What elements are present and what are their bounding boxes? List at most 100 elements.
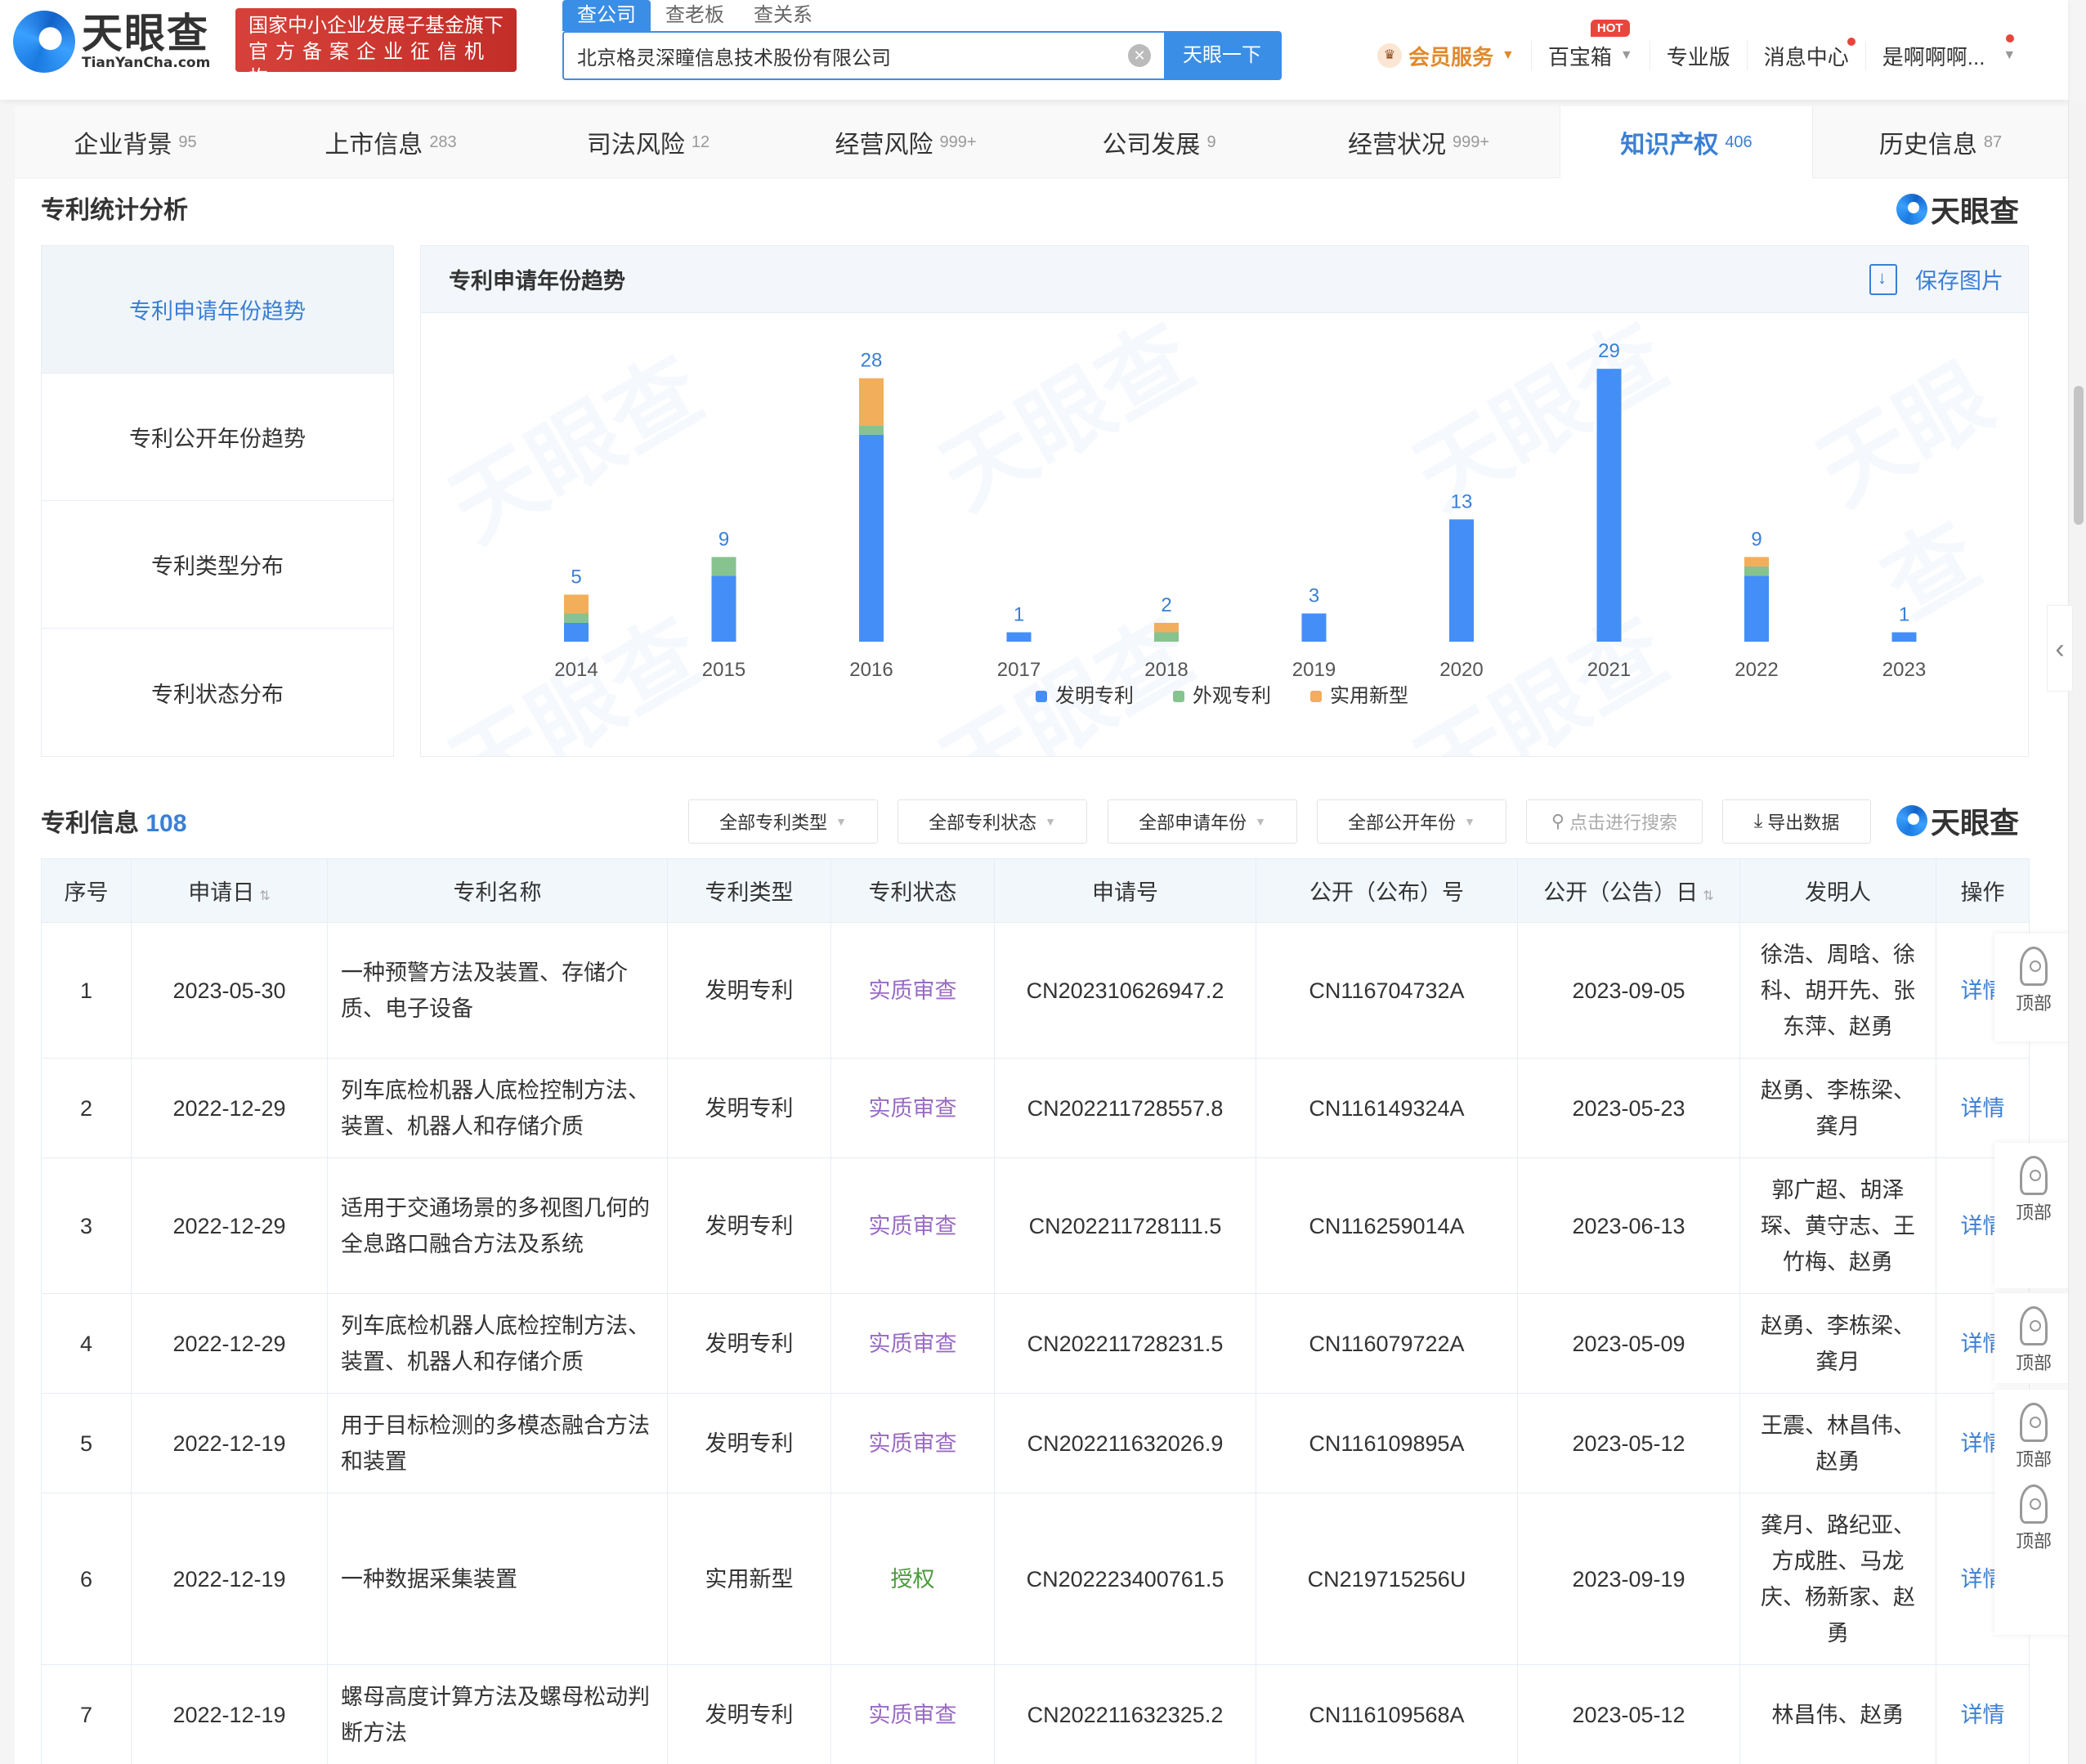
back-to-top-label: 顶部 [2015, 1449, 2052, 1470]
filter-patent-type[interactable]: 全部专利类型 ▼ [688, 799, 878, 844]
bar-segment-2020 [1449, 519, 1474, 642]
tab-enterprise-background[interactable]: 企业背景 95 [15, 106, 256, 178]
nav-message-center[interactable]: 消息中心 [1748, 38, 1866, 70]
patent-search-input[interactable]: ⚲ 点击进行搜索 [1526, 799, 1703, 844]
legend-label: 外观专利 [1193, 685, 1271, 707]
tab-label: 上市信息 [325, 132, 423, 159]
search-input[interactable] [564, 33, 1128, 78]
chart-title: 专利申请年份趋势 [449, 269, 625, 293]
tab-judicial-risk[interactable]: 司法风险 12 [526, 106, 771, 178]
caret-down-icon: ▼ [1255, 815, 1266, 828]
cell-patent-status: 授权 [830, 1493, 995, 1665]
search-button[interactable]: 天眼一下 [1164, 33, 1280, 78]
cell-publish-date: 2023-05-12 [1517, 1664, 1740, 1764]
cell-patent-status: 实质审查 [830, 1664, 995, 1764]
patent-stats-title: 专利统计分析 [41, 197, 188, 224]
cell-publish-date: 2023-05-12 [1517, 1393, 1740, 1493]
cell-inventors: 徐浩、周晗、徐科、胡开先、张东萍、赵勇 [1739, 922, 1936, 1059]
cell-apply-number: CN202211728111.5 [994, 1157, 1256, 1294]
cell-inventors: 郭广超、胡泽琛、黄守志、王竹梅、赵勇 [1739, 1157, 1936, 1294]
back-to-top-button[interactable]: 顶部 [1994, 1293, 2073, 1383]
search-tab-relation[interactable]: 查关系 [739, 0, 827, 31]
tab-history-info[interactable]: 历史信息 87 [1813, 106, 2068, 178]
tab-listing-info[interactable]: 上市信息 283 [256, 106, 526, 178]
export-data-button[interactable]: ⤓ 导出数据 [1722, 799, 1871, 844]
bar-segment-2018 [1154, 622, 1179, 633]
cell-publish-date: 2023-05-09 [1517, 1293, 1740, 1394]
back-to-top-button[interactable]: 顶部 顶部 [1994, 1390, 2073, 1635]
brand-text: 天眼查 [1931, 806, 2020, 839]
bar-segment-2022 [1744, 566, 1769, 576]
search-tab-boss[interactable]: 查老板 [651, 0, 739, 31]
col-patent-name: 专利名称 [327, 858, 668, 923]
tab-count: 999+ [939, 132, 977, 151]
cell-publish-number: CN116149324A [1256, 1058, 1518, 1158]
logo-english: TianYanCha.com [82, 55, 211, 71]
patent-table: 序号 申请日 ⇅ 专利名称 专利类型 专利状态 申请号 公开（公布）号 公开（公告… [41, 858, 2030, 1764]
clear-search-icon[interactable]: ✕ [1128, 44, 1151, 67]
cell-patent-type: 发明专利 [667, 1157, 831, 1294]
tab-company-development[interactable]: 公司发展 9 [1041, 106, 1278, 178]
caret-down-icon: ▼ [1502, 48, 1515, 62]
col-patent-type: 专利类型 [667, 858, 831, 923]
tab-operating-status[interactable]: 经营状况 999+ [1278, 106, 1560, 178]
stat-menu-status-distribution[interactable]: 专利状态分布 [42, 629, 393, 756]
top-header: 天眼查 TianYanCha.com 国家中小企业发展子基金旗下 官方备案企业征… [0, 0, 2068, 100]
search-placeholder: 点击进行搜索 [1569, 813, 1678, 833]
cell-patent-name: 一种数据采集装置 [327, 1493, 668, 1665]
filter-patent-status[interactable]: 全部专利状态 ▼ [898, 799, 1087, 844]
cell-publish-number: CN116704732A [1256, 922, 1518, 1059]
badge-line-1: 国家中小企业发展子基金旗下 [248, 15, 504, 37]
collapse-sidebar-chevron-left-icon[interactable]: ‹ [2047, 605, 2073, 692]
chart-header: 专利申请年份趋势 保存图片 [421, 246, 2028, 313]
bar-segment-2016 [859, 425, 884, 435]
nav-vip-label: 会员服务 [1408, 44, 1494, 69]
cell-patent-type: 发明专利 [667, 1664, 831, 1764]
table-row: 6 2022-12-19 一种数据采集装置 实用新型 授权 CN202223400761.… [41, 1493, 2030, 1665]
tab-operating-risk[interactable]: 经营风险 999+ [771, 106, 1041, 178]
col-index: 序号 [41, 858, 132, 923]
caret-down-icon: ▼ [1464, 815, 1475, 828]
site-logo[interactable]: 天眼查 TianYanCha.com [13, 10, 217, 74]
col-publish-date[interactable]: 公开（公告）日 ⇅ [1517, 858, 1740, 923]
tab-count: 283 [429, 132, 457, 151]
stat-menu-type-distribution[interactable]: 专利类型分布 [42, 501, 393, 629]
back-to-top-button[interactable]: 顶部 [1994, 933, 2073, 1041]
detail-link[interactable]: 详情 [1936, 1664, 2030, 1764]
tab-intellectual-property[interactable]: 知识产权 406 [1560, 106, 1813, 178]
col-apply-date[interactable]: 申请日 ⇅ [131, 858, 328, 923]
cell-index: 2 [41, 1058, 132, 1158]
search-tab-company[interactable]: 查公司 [562, 0, 651, 31]
cell-patent-type: 发明专利 [667, 1293, 831, 1394]
cell-publish-number: CN116109568A [1256, 1664, 1518, 1764]
back-to-top-button[interactable]: 顶部 [1994, 1143, 2073, 1288]
data-label: 9 [718, 528, 729, 550]
bar-segment-2015 [711, 575, 736, 642]
stat-menu-publish-year-trend[interactable]: 专利公开年份趋势 [42, 374, 393, 501]
bar-segment-2016 [859, 378, 884, 426]
filter-apply-year[interactable]: 全部申请年份 ▼ [1108, 799, 1297, 844]
cell-publish-date: 2023-09-19 [1517, 1493, 1740, 1665]
stat-menu-apply-year-trend[interactable]: 专利申请年份趋势 [42, 246, 393, 374]
sort-icon[interactable]: ⇅ [1703, 889, 1713, 903]
x-tick-label: 2023 [1882, 659, 1926, 681]
caret-down-icon: ▼ [835, 815, 847, 828]
filter-publish-year[interactable]: 全部公开年份 ▼ [1317, 799, 1506, 844]
page-scrollbar[interactable] [2068, 100, 2086, 1764]
x-tick-label: 2021 [1587, 659, 1631, 681]
save-image-label: 保存图片 [1915, 269, 2003, 293]
nav-toolbox[interactable]: HOT 百宝箱 ▼ [1532, 20, 1650, 70]
search-type-tabs: 查公司 查老板 查关系 [562, 0, 827, 31]
cell-apply-date: 2022-12-19 [131, 1393, 328, 1493]
scrollbar-thumb[interactable] [2074, 386, 2084, 525]
nav-vip-service[interactable]: ♛ 会员服务 ▼ [1361, 41, 1532, 70]
tab-count: 12 [691, 132, 710, 151]
save-image-button[interactable]: 保存图片 [1869, 263, 2003, 295]
nav-pro-version[interactable]: 专业版 [1650, 41, 1748, 70]
nav-user-menu[interactable]: 是啊啊啊... ▼ [1866, 34, 2033, 70]
cell-index: 7 [41, 1664, 132, 1764]
nav-user-label: 是啊啊啊... [1882, 44, 1985, 69]
sort-icon[interactable]: ⇅ [259, 889, 270, 903]
cell-inventors: 赵勇、李栋梁、龚月 [1739, 1058, 1936, 1158]
cell-patent-type: 实用新型 [667, 1493, 831, 1665]
